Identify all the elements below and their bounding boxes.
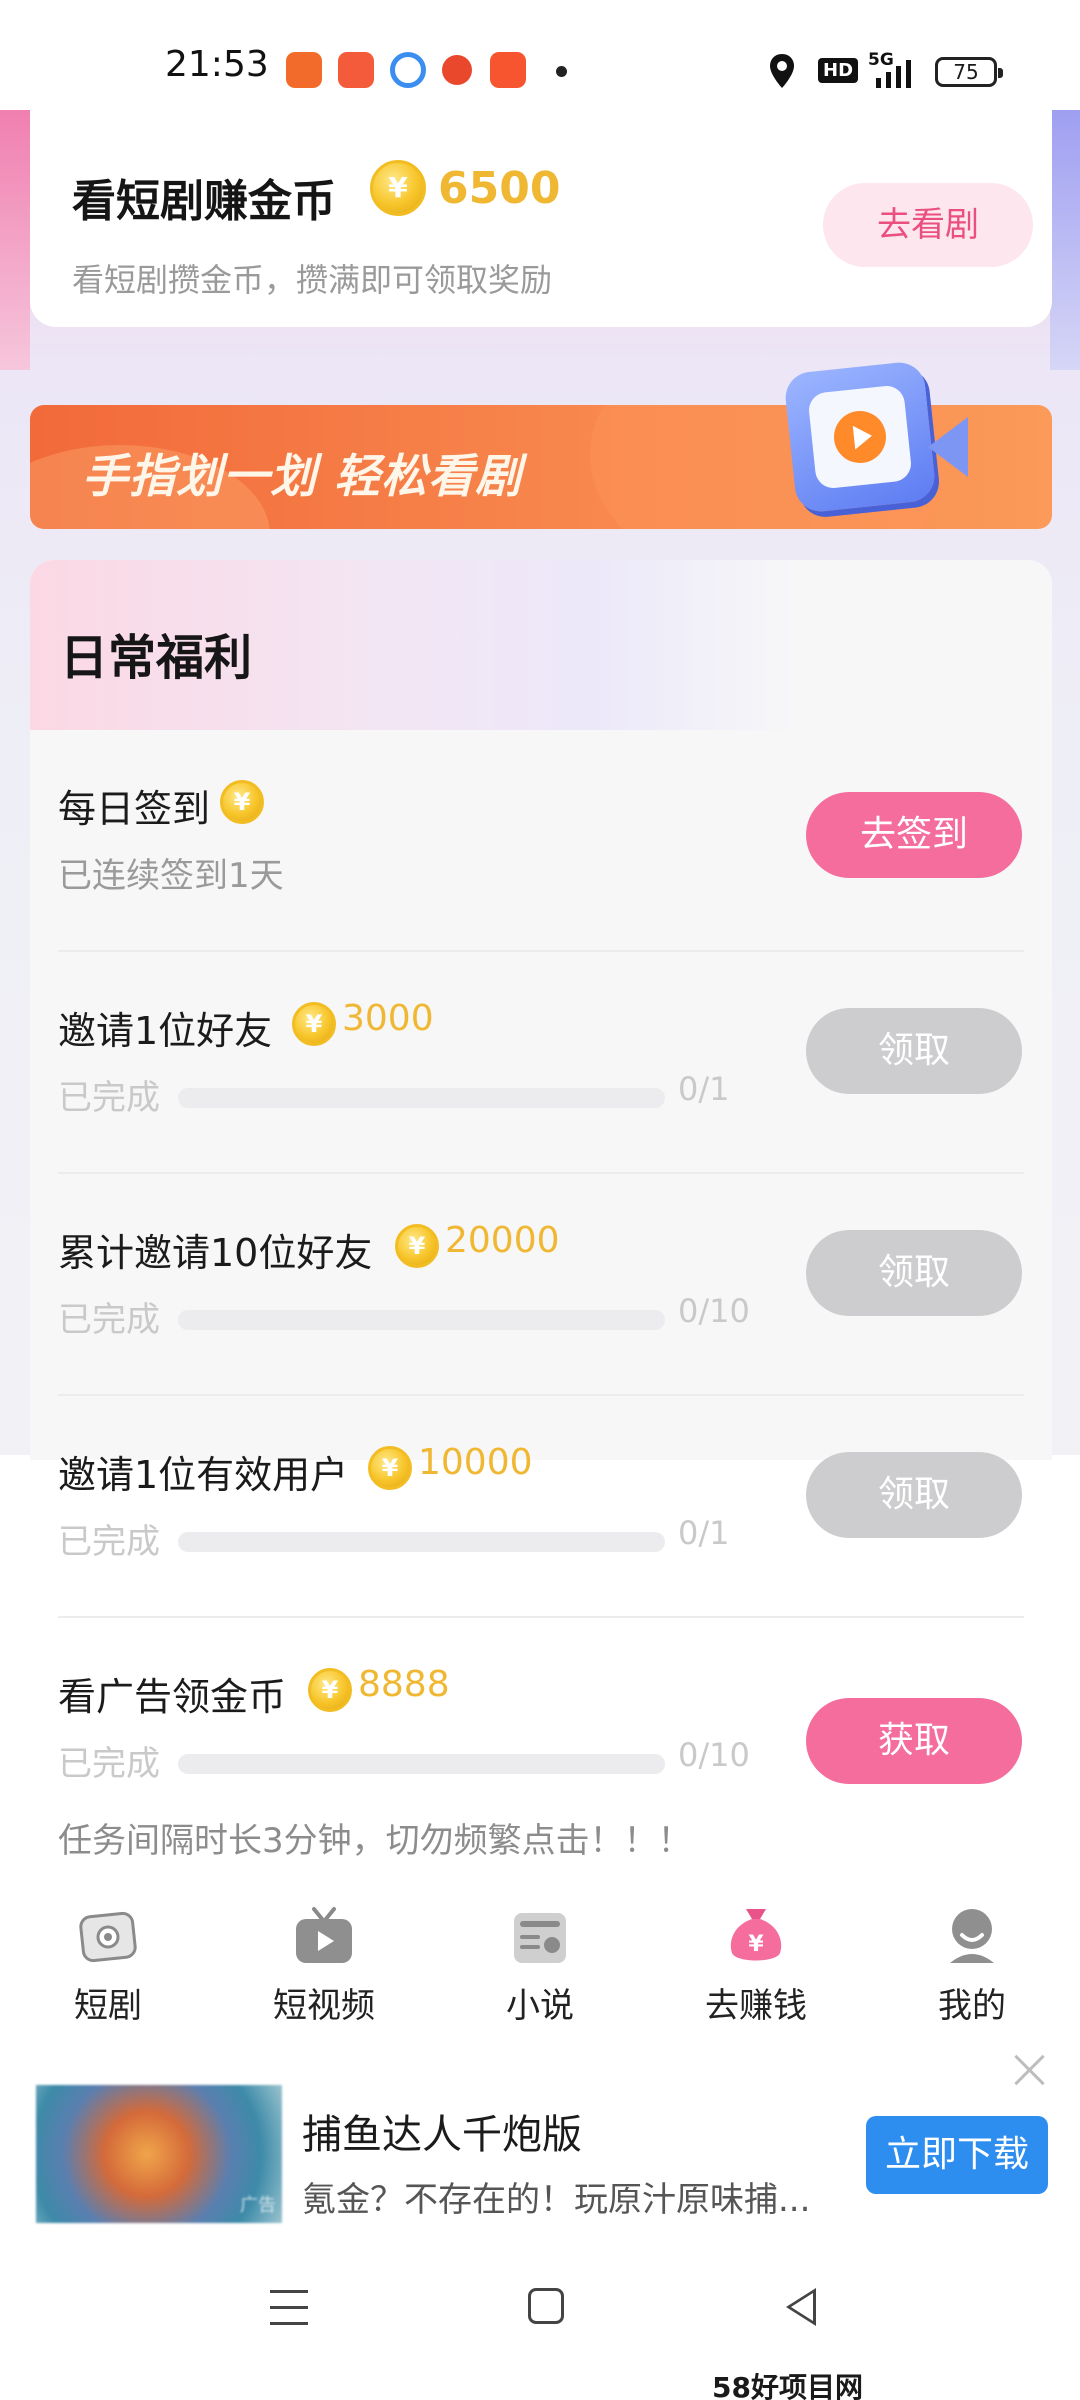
task-status: 已完成 xyxy=(58,1078,160,1118)
svg-text:¥: ¥ xyxy=(748,1932,764,1957)
task-name: 看广告领金币 xyxy=(58,1675,287,1719)
bottom-nav: 短剧 短视频 小说 ¥ 去赚钱 我的 xyxy=(0,1880,1080,2030)
nav-label: 短剧 xyxy=(74,1986,142,2026)
task-row-invite-valid-user: 邀请1位有效用户 ¥ 10000 已完成 0/1 领取 xyxy=(30,1396,1052,1618)
watch-drama-button[interactable]: 去看剧 xyxy=(823,183,1033,267)
drama-earn-card: 看短剧赚金币 ¥ 6500 看短剧攒金币，攒满即可领取奖励 去看剧 xyxy=(30,95,1052,327)
user-avatar-icon xyxy=(950,1909,994,1963)
status-time: 21:53 xyxy=(165,44,269,85)
task-progress-bar xyxy=(178,1088,665,1108)
nav-label: 小说 xyxy=(506,1986,574,2026)
task-name: 邀请1位有效用户 xyxy=(58,1453,349,1497)
notification-app-icon xyxy=(338,52,374,88)
status-bar: 21:53 HD 5G 75 xyxy=(0,0,1080,110)
video-tv-icon xyxy=(296,1907,352,1963)
claim-button[interactable]: 领取 xyxy=(806,1008,1022,1094)
close-icon[interactable] xyxy=(1010,2050,1050,2090)
daily-welfare-title: 日常福利 xyxy=(60,630,253,686)
nav-label: 短视频 xyxy=(273,1986,375,2026)
swipe-banner[interactable]: 手指划一划 轻松看剧 xyxy=(30,360,1052,529)
task-row-invite-friend: 邀请1位好友 ¥ 3000 已完成 0/1 领取 xyxy=(30,952,1052,1174)
background-decor-left xyxy=(0,110,30,370)
nav-item-short-video[interactable]: 短视频 xyxy=(216,1880,432,2030)
coin-icon: ¥ xyxy=(395,1224,439,1268)
location-icon xyxy=(770,54,794,88)
video-play-icon xyxy=(760,357,980,532)
task-progress-text: 0/1 xyxy=(678,1514,730,1552)
back-icon[interactable] xyxy=(786,2288,816,2326)
task-name: 累计邀请10位好友 xyxy=(58,1231,373,1275)
task-name: 每日签到 xyxy=(58,787,211,831)
task-progress-text: 0/10 xyxy=(678,1292,750,1330)
task-reward: 20000 xyxy=(445,1220,560,1261)
task-row-daily-checkin: 每日签到 ¥ 已连续签到1天 去签到 xyxy=(30,730,1052,952)
get-coins-button[interactable]: 获取 xyxy=(806,1698,1022,1784)
nav-label: 去赚钱 xyxy=(705,1986,807,2026)
watermark: 58好项目网www.58hxm.com xyxy=(712,2371,863,2400)
coin-icon: ¥ xyxy=(370,160,426,216)
menu-icon[interactable] xyxy=(270,2290,308,2326)
coin-icon: ¥ xyxy=(308,1668,352,1712)
radio-book-icon xyxy=(514,1913,566,1963)
task-reward: 10000 xyxy=(418,1442,533,1483)
nav-item-novel[interactable]: 小说 xyxy=(432,1880,648,2030)
nav-label: 我的 xyxy=(938,1986,1006,2026)
checkin-button[interactable]: 去签到 xyxy=(806,792,1022,878)
task-reward: 8888 xyxy=(358,1664,450,1705)
banner-text: 手指划一划 轻松看剧 xyxy=(82,449,523,503)
claim-button[interactable]: 领取 xyxy=(806,1452,1022,1538)
nav-item-short-drama[interactable]: 短剧 xyxy=(0,1880,216,2030)
ad-title: 捕鱼达人千炮版 xyxy=(302,2112,582,2158)
coin-icon: ¥ xyxy=(220,780,264,824)
more-notifications-dot xyxy=(556,66,567,77)
download-button[interactable]: 立即下载 xyxy=(866,2116,1048,2194)
task-progress-bar xyxy=(178,1310,665,1330)
nav-item-earn-money[interactable]: ¥ 去赚钱 xyxy=(648,1880,864,2030)
drama-coin-amount: 6500 xyxy=(438,163,561,214)
notification-browser-icon xyxy=(390,52,426,88)
claim-button[interactable]: 领取 xyxy=(806,1230,1022,1316)
task-row-invite-ten-friends: 累计邀请10位好友 ¥ 20000 已完成 0/10 领取 xyxy=(30,1174,1052,1396)
money-bag-icon: ¥ xyxy=(730,1909,782,1961)
ad-description: 氪金？不存在的！玩原汁原味捕... xyxy=(302,2180,811,2220)
task-name: 邀请1位好友 xyxy=(58,1009,273,1053)
task-status: 已完成 xyxy=(58,1744,160,1784)
coin-icon: ¥ xyxy=(368,1446,412,1490)
home-icon[interactable] xyxy=(528,2288,564,2324)
task-progress-text: 0/10 xyxy=(678,1736,750,1774)
battery-icon: 75 xyxy=(935,57,1003,87)
tv-drama-icon xyxy=(79,1911,137,1963)
task-row-watch-ad: 看广告领金币 ¥ 8888 已完成 0/10 获取 任务间隔时长3分钟，切勿频繁… xyxy=(30,1618,1052,1878)
task-status: 已完成 xyxy=(58,1522,160,1562)
nav-item-mine[interactable]: 我的 xyxy=(864,1880,1080,2030)
task-warning-note: 任务间隔时长3分钟，切勿频繁点击！！！ xyxy=(58,1821,692,1861)
coin-icon: ¥ xyxy=(292,1002,336,1046)
task-progress-text: 0/1 xyxy=(678,1070,730,1108)
ad-image[interactable]: 广告 xyxy=(36,2085,282,2223)
task-reward: 3000 xyxy=(342,998,434,1039)
notification-app-icon xyxy=(442,55,472,85)
ad-banner[interactable]: 广告 捕鱼达人千炮版 氪金？不存在的！玩原汁原味捕... 立即下载 xyxy=(0,2040,1080,2240)
task-progress-bar xyxy=(178,1532,665,1552)
task-progress-bar xyxy=(178,1754,665,1774)
notification-app-icon xyxy=(490,52,526,88)
task-status: 已连续签到1天 xyxy=(58,856,284,896)
notification-app-icon xyxy=(286,52,322,88)
drama-card-subtitle: 看短剧攒金币，攒满即可领取奖励 xyxy=(72,261,553,299)
task-status: 已完成 xyxy=(58,1300,160,1340)
signal-icon xyxy=(876,60,911,88)
drama-card-title: 看短剧赚金币 xyxy=(72,176,336,227)
hd-indicator: HD xyxy=(818,58,859,83)
ad-tag: 广告 xyxy=(240,2195,276,2216)
background-decor-right xyxy=(1050,110,1080,370)
